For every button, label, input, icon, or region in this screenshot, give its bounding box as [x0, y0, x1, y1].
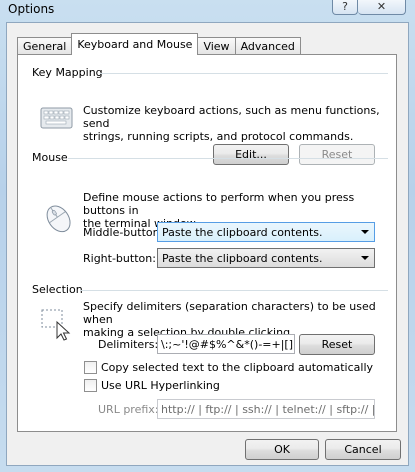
- tab-advanced[interactable]: Advanced: [234, 37, 301, 55]
- close-button[interactable]: ✕: [358, 0, 406, 15]
- url-prefix-input[interactable]: http:// | ftp:// | ssh:// | telnet:// | …: [157, 399, 375, 419]
- ok-button[interactable]: OK: [245, 439, 319, 460]
- delimiters-label: Delimiters:: [98, 338, 159, 351]
- right-button-label: Right-button:: [83, 252, 156, 265]
- description-line: strings, running scripts, and protocol c…: [83, 130, 354, 143]
- cancel-button[interactable]: Cancel: [325, 439, 401, 460]
- tab-strip: General Keyboard and Mouse View Advanced: [17, 33, 301, 55]
- help-icon: ?: [342, 0, 348, 13]
- tab-general[interactable]: General: [17, 37, 73, 55]
- description-line: Define mouse actions to perform when you…: [83, 191, 355, 217]
- window-title: Options: [8, 2, 55, 16]
- selection-cursor-icon: [41, 309, 71, 341]
- keyboard-icon: [40, 107, 73, 129]
- section-divider: [100, 73, 388, 74]
- middle-button-dropdown[interactable]: Paste the clipboard contents.: [157, 222, 375, 242]
- middle-button-label: Middle-button:: [83, 226, 164, 239]
- key-mapping-edit-button[interactable]: Edit...: [213, 144, 289, 165]
- section-divider: [80, 290, 388, 291]
- url-prefix-label: URL prefix:: [98, 403, 159, 416]
- tab-label: View: [203, 40, 230, 53]
- close-icon: ✕: [376, 0, 387, 13]
- description-line: Specify delimiters (separation character…: [83, 300, 376, 326]
- title-bar: Options ? ✕: [0, 0, 415, 22]
- tab-view[interactable]: View: [197, 37, 236, 55]
- key-mapping-reset-button[interactable]: Reset: [299, 144, 375, 165]
- dropdown-value: Paste the clipboard contents.: [162, 225, 323, 239]
- key-mapping-heading: Key Mapping: [32, 66, 103, 79]
- help-button[interactable]: ?: [332, 0, 358, 15]
- chevron-down-icon: [361, 256, 369, 260]
- tab-label: General: [23, 40, 67, 53]
- checkbox-label: Copy selected text to the clipboard auto…: [101, 361, 374, 374]
- copy-auto-checkbox[interactable]: Copy selected text to the clipboard auto…: [84, 361, 373, 374]
- selection-heading: Selection: [32, 283, 83, 296]
- right-button-dropdown[interactable]: Paste the clipboard contents.: [157, 248, 375, 268]
- url-hyperlinking-checkbox[interactable]: Use URL Hyperlinking: [84, 379, 220, 392]
- chevron-down-icon: [361, 230, 369, 234]
- mouse-icon: [46, 205, 71, 233]
- checkbox-box[interactable]: [84, 361, 97, 374]
- dialog-body: General Keyboard and Mouse View Advanced…: [6, 22, 409, 466]
- delimiters-input[interactable]: \:;~'!@#$%^&*()-=+|[]{}"',.<: [157, 334, 295, 354]
- tab-keyboard-and-mouse[interactable]: Keyboard and Mouse: [71, 33, 199, 55]
- checkbox-box[interactable]: [84, 379, 97, 392]
- mouse-heading: Mouse: [32, 151, 68, 164]
- tab-label: Advanced: [240, 40, 295, 53]
- description-line: Customize keyboard actions, such as menu…: [83, 104, 380, 130]
- dropdown-value: Paste the clipboard contents.: [162, 251, 323, 265]
- section-divider: [68, 158, 388, 159]
- delimiters-reset-button[interactable]: Reset: [299, 334, 375, 355]
- tab-label: Keyboard and Mouse: [77, 38, 193, 51]
- checkbox-label: Use URL Hyperlinking: [101, 379, 220, 392]
- tab-panel: Key Mapping Customize keyboard actions, …: [17, 54, 397, 432]
- key-mapping-description: Customize keyboard actions, such as menu…: [83, 104, 396, 143]
